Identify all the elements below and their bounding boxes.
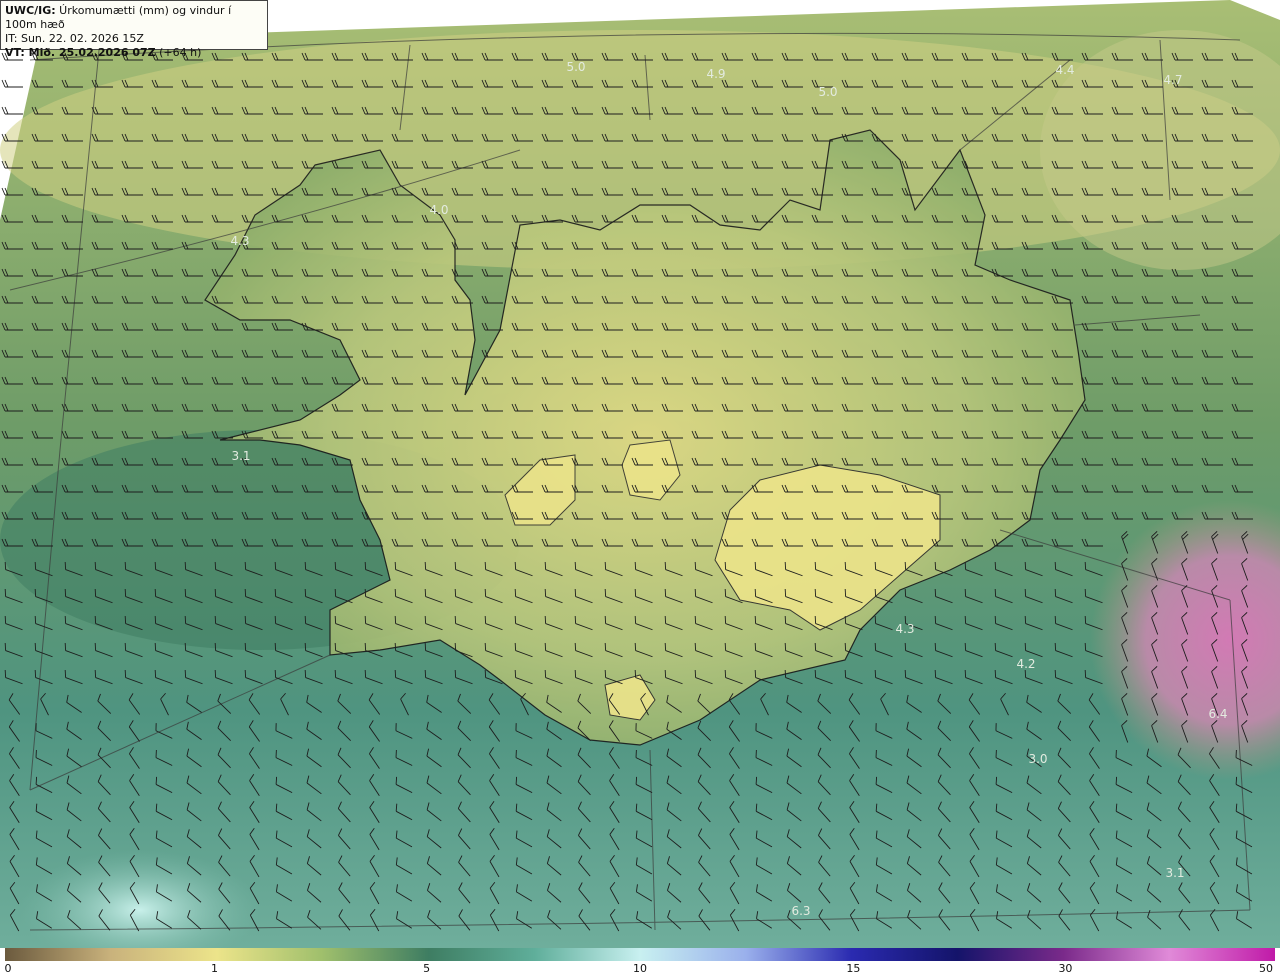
- precip-value-label: 5.0: [566, 60, 586, 74]
- map-canvas: [0, 0, 1280, 948]
- precip-value-label: 4.3: [895, 622, 915, 636]
- title-line: UWC/IG: Úrkomumætti (mm) og vindur í 100…: [5, 4, 263, 32]
- precip-value-label: 4.0: [429, 203, 449, 217]
- colorbar-tick-label: 30: [1058, 962, 1073, 975]
- wind-barb: [1, 106, 23, 115]
- precip-value-label: 3.1: [231, 449, 251, 463]
- valid-time: VT: Mið. 25.02.2026 07Z: [5, 46, 156, 59]
- precip-value-label: 4.7: [1163, 73, 1183, 87]
- precip-value-label: 6.4: [1208, 707, 1228, 721]
- precip-value-label: 4.3: [230, 234, 250, 248]
- info-box: UWC/IG: Úrkomumætti (mm) og vindur í 100…: [0, 0, 268, 59]
- forecast-map: UWC/IG: Úrkomumætti (mm) og vindur í 100…: [0, 0, 1280, 948]
- precip-value-label: 4.4: [1055, 63, 1075, 77]
- colorbar-tick-label: 0: [4, 962, 12, 975]
- init-time: IT: Sun. 22. 02. 2026 15Z: [5, 32, 144, 45]
- precip-value-label: 4.2: [1016, 657, 1036, 671]
- colorbar-tick-label: 10: [633, 962, 647, 975]
- model-label: UWC/IG:: [5, 4, 56, 17]
- colorbar: 0 1 5 10 15 30 50: [0, 948, 1280, 978]
- colorbar-tick-label: 15: [846, 962, 861, 975]
- colorbar-tick-label: 50: [1259, 962, 1273, 975]
- precip-value-label: 4.9: [706, 67, 726, 81]
- colorbar-strip: [5, 948, 1275, 961]
- wind-barb: [1, 79, 23, 88]
- colorbar-tick-label: 5: [423, 962, 431, 975]
- precip-value-label: 3.1: [1165, 866, 1185, 880]
- precip-value-label: 5.0: [818, 85, 838, 99]
- colorbar-tick-label: 1: [211, 962, 219, 975]
- precip-value-label: 3.0: [1028, 752, 1048, 766]
- valid-time-line: VT: Mið. 25.02.2026 07Z (+64 h): [5, 46, 263, 60]
- precip-value-label: 6.3: [791, 904, 811, 918]
- lead-time: (+64 h): [155, 46, 202, 59]
